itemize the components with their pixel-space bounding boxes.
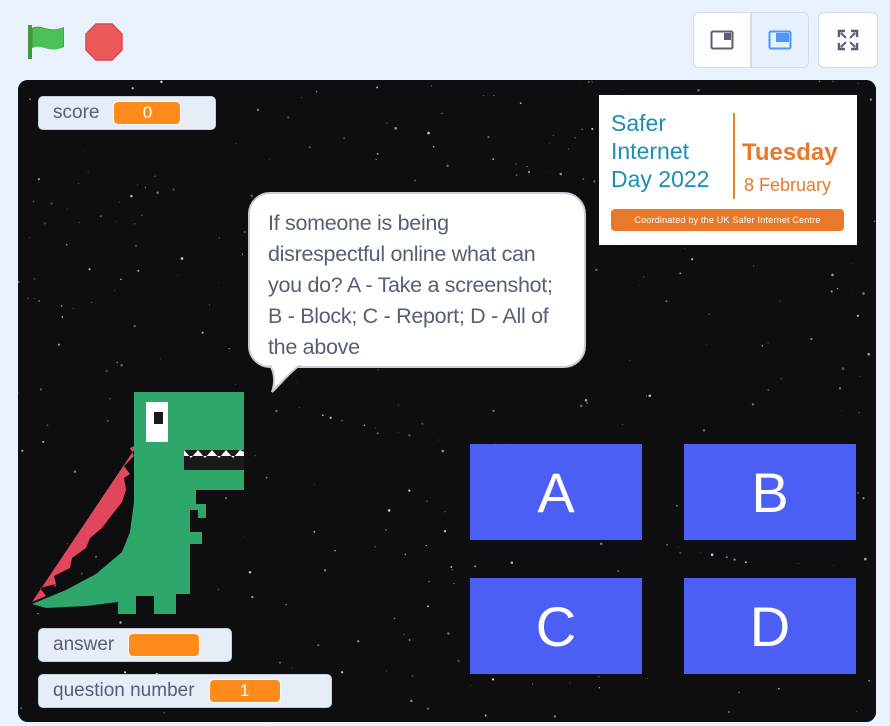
answer-b-button[interactable]: B — [684, 444, 856, 540]
answer-monitor: answer — [38, 628, 232, 662]
banner-line-3: Day 2022 — [611, 166, 710, 192]
banner-line-2: Internet — [611, 138, 689, 164]
score-monitor: score 0 — [38, 96, 216, 130]
stop-icon[interactable] — [84, 22, 124, 62]
safer-internet-day-banner: Safer Internet Day 2022 Tuesday 8 Februa… — [599, 95, 857, 245]
answer-c-button[interactable]: C — [470, 578, 642, 674]
dinosaur-sprite[interactable] — [26, 382, 258, 622]
fullscreen-icon — [837, 29, 859, 51]
speech-bubble-tail — [266, 362, 306, 393]
answer-value — [128, 633, 201, 657]
large-stage-button[interactable] — [751, 12, 809, 68]
banner-line-1: Safer — [611, 110, 666, 136]
banner-divider — [733, 113, 735, 199]
banner-title: Safer Internet Day 2022 — [611, 109, 709, 193]
small-stage-icon — [710, 30, 734, 50]
question-number-label: question number — [53, 680, 195, 701]
answer-d-button[interactable]: D — [684, 578, 856, 674]
banner-date: 8 February — [744, 175, 832, 195]
small-stage-button[interactable] — [693, 12, 751, 68]
score-value: 0 — [113, 101, 182, 125]
question-number-monitor: question number 1 — [38, 674, 332, 708]
stage[interactable]: score 0 Safer Internet Day 2022 Tuesday … — [18, 80, 876, 722]
score-label: score — [53, 102, 100, 123]
question-text: If someone is being disrespectful online… — [268, 211, 553, 359]
answer-a-button[interactable]: A — [470, 444, 642, 540]
stage-header — [0, 0, 890, 80]
green-flag-icon[interactable] — [24, 22, 70, 62]
speech-bubble: If someone is being disrespectful online… — [248, 192, 586, 368]
banner-day: Tuesday — [742, 139, 838, 166]
large-stage-icon — [768, 30, 792, 50]
answer-label: answer — [53, 634, 115, 655]
fullscreen-button[interactable] — [818, 12, 878, 68]
banner-strap: Coordinated by the UK Safer Internet Cen… — [611, 209, 844, 231]
question-number-value: 1 — [208, 679, 281, 703]
